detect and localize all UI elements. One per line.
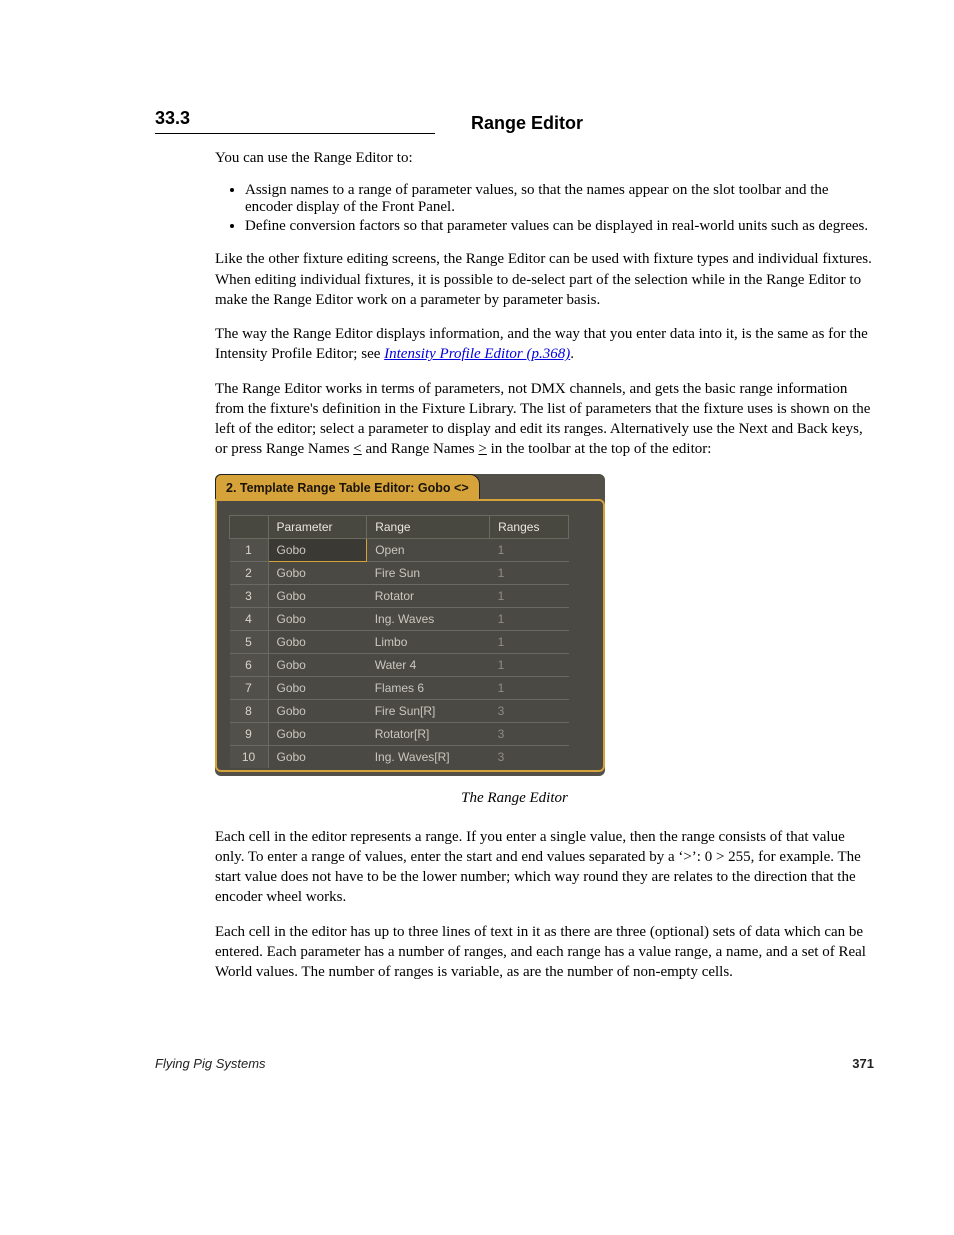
editor-tab[interactable]: 2. Template Range Table Editor: Gobo <>	[215, 474, 480, 499]
cell-ranges[interactable]: 1	[490, 676, 569, 699]
row-number: 4	[230, 607, 269, 630]
table-row[interactable]: 1GoboOpen1	[230, 538, 569, 561]
section-title: Range Editor	[471, 113, 583, 134]
table-row[interactable]: 4GoboIng. Waves1	[230, 607, 569, 630]
page-number: 371	[852, 1056, 874, 1071]
column-header[interactable]: Parameter	[268, 515, 367, 538]
table-row[interactable]: 10GoboIng. Waves[R]3	[230, 745, 569, 768]
cell-ranges[interactable]: 1	[490, 538, 569, 561]
row-number: 2	[230, 561, 269, 584]
range-table[interactable]: Parameter Range Ranges 1GoboOpen12GoboFi…	[229, 515, 569, 768]
row-number: 6	[230, 653, 269, 676]
column-header[interactable]	[230, 515, 269, 538]
cell-parameter[interactable]: Gobo	[268, 699, 367, 722]
cell-range[interactable]: Ing. Waves[R]	[367, 745, 490, 768]
cell-ranges[interactable]: 3	[490, 699, 569, 722]
cell-parameter[interactable]: Gobo	[268, 653, 367, 676]
cell-range[interactable]: Fire Sun	[367, 561, 490, 584]
list-item: Define conversion factors so that parame…	[245, 218, 874, 235]
cell-ranges[interactable]: 1	[490, 653, 569, 676]
column-header[interactable]: Ranges	[490, 515, 569, 538]
list-item: Assign names to a range of parameter val…	[245, 182, 874, 216]
paragraph: The way the Range Editor displays inform…	[215, 324, 874, 365]
cell-ranges[interactable]: 1	[490, 561, 569, 584]
paragraph: The Range Editor works in terms of param…	[215, 379, 874, 460]
cell-parameter[interactable]: Gobo	[268, 561, 367, 584]
cell-ranges[interactable]: 1	[490, 607, 569, 630]
cell-parameter[interactable]: Gobo	[268, 745, 367, 768]
cell-range[interactable]: Flames 6	[367, 676, 490, 699]
figure-caption: The Range Editor	[155, 790, 874, 807]
cell-parameter[interactable]: Gobo	[268, 722, 367, 745]
feature-list: Assign names to a range of parameter val…	[215, 182, 874, 235]
cell-range[interactable]: Fire Sun[R]	[367, 699, 490, 722]
row-number: 7	[230, 676, 269, 699]
cell-ranges[interactable]: 1	[490, 630, 569, 653]
row-number: 8	[230, 699, 269, 722]
row-number: 9	[230, 722, 269, 745]
cell-ranges[interactable]: 3	[490, 745, 569, 768]
xref-link[interactable]: Intensity Profile Editor (p.368)	[384, 346, 570, 362]
cell-ranges[interactable]: 1	[490, 584, 569, 607]
table-row[interactable]: 7GoboFlames 61	[230, 676, 569, 699]
cell-parameter[interactable]: Gobo	[268, 607, 367, 630]
section-number: 33.3	[155, 108, 190, 128]
paragraph: Each cell in the editor has up to three …	[215, 922, 874, 983]
cell-range[interactable]: Water 4	[367, 653, 490, 676]
intro-text: You can use the Range Editor to:	[215, 148, 874, 168]
cell-range[interactable]: Rotator[R]	[367, 722, 490, 745]
cell-parameter[interactable]: Gobo	[268, 584, 367, 607]
row-number: 3	[230, 584, 269, 607]
cell-parameter[interactable]: Gobo	[268, 630, 367, 653]
cell-range[interactable]: Limbo	[367, 630, 490, 653]
table-row[interactable]: 6GoboWater 41	[230, 653, 569, 676]
cell-range[interactable]: Ing. Waves	[367, 607, 490, 630]
cell-range[interactable]: Rotator	[367, 584, 490, 607]
cell-range[interactable]: Open	[367, 538, 490, 561]
row-number: 5	[230, 630, 269, 653]
row-number: 10	[230, 745, 269, 768]
table-row[interactable]: 9GoboRotator[R]3	[230, 722, 569, 745]
paragraph: Like the other fixture editing screens, …	[215, 249, 874, 310]
table-row[interactable]: 2GoboFire Sun1	[230, 561, 569, 584]
column-header[interactable]: Range	[367, 515, 490, 538]
footer-publisher: Flying Pig Systems	[155, 1056, 266, 1071]
table-row[interactable]: 8GoboFire Sun[R]3	[230, 699, 569, 722]
cell-parameter[interactable]: Gobo	[268, 538, 367, 561]
table-row[interactable]: 3GoboRotator1	[230, 584, 569, 607]
range-editor-window: 2. Template Range Table Editor: Gobo <> …	[215, 474, 605, 776]
table-row[interactable]: 5GoboLimbo1	[230, 630, 569, 653]
row-number: 1	[230, 538, 269, 561]
paragraph: Each cell in the editor represents a ran…	[215, 827, 874, 908]
cell-ranges[interactable]: 3	[490, 722, 569, 745]
cell-parameter[interactable]: Gobo	[268, 676, 367, 699]
